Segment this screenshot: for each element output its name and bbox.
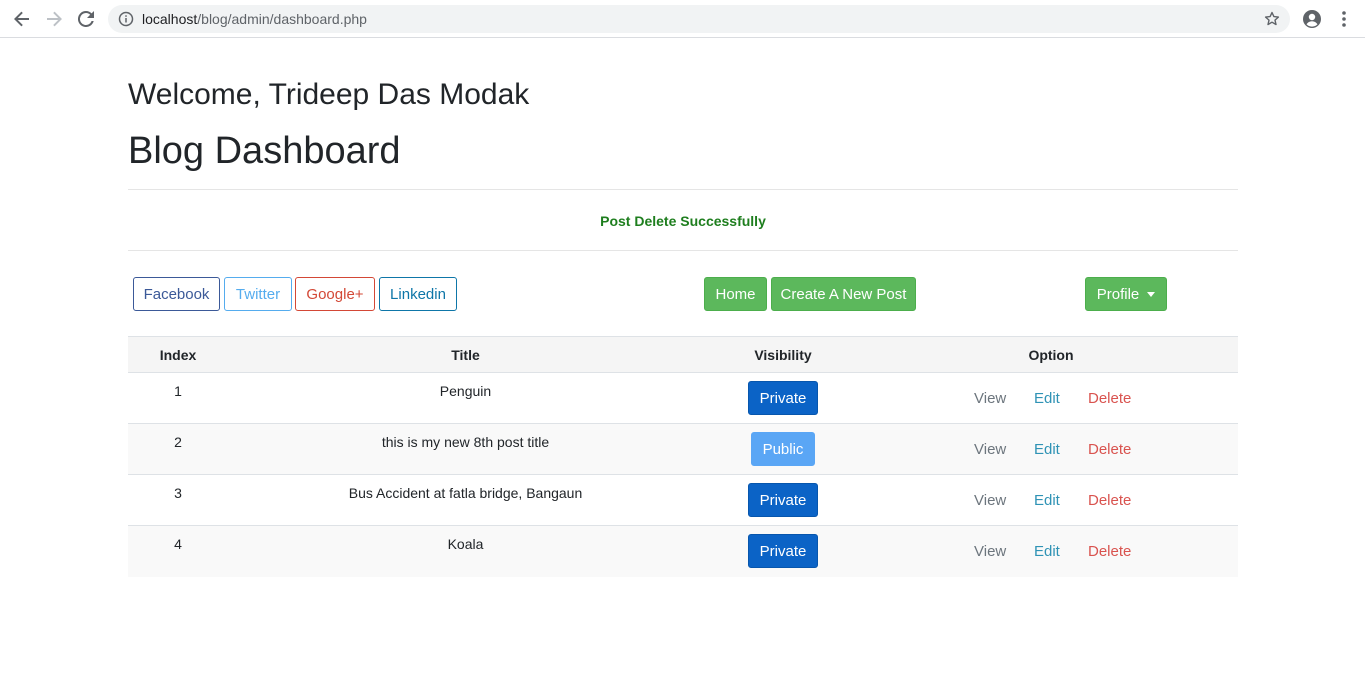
- view-link[interactable]: View: [974, 492, 1006, 509]
- info-icon[interactable]: [118, 11, 134, 32]
- header-visibility: Visibility: [754, 347, 812, 363]
- delete-link[interactable]: Delete: [1088, 441, 1131, 458]
- visibility-button[interactable]: Private: [748, 483, 818, 517]
- google-plus-button[interactable]: Google+: [295, 277, 375, 311]
- edit-link[interactable]: Edit: [1034, 441, 1060, 458]
- header-index: Index: [159, 347, 197, 363]
- row-index: 2: [174, 434, 182, 450]
- table-header: Index Title Visibility Option: [128, 336, 1238, 373]
- row-title: Koala: [447, 536, 484, 552]
- reload-icon[interactable]: [74, 7, 98, 31]
- menu-kebab-icon[interactable]: [1336, 9, 1352, 29]
- page-title: Blog Dashboard: [128, 130, 401, 172]
- row-index: 3: [174, 485, 182, 501]
- address-bar[interactable]: localhost/blog/admin/dashboard.php: [108, 5, 1290, 33]
- row-index: 1: [174, 383, 182, 399]
- visibility-button[interactable]: Private: [748, 534, 818, 568]
- visibility-button[interactable]: Public: [751, 432, 815, 466]
- view-link[interactable]: View: [974, 390, 1006, 407]
- header-title: Title: [451, 347, 480, 363]
- row-index: 4: [174, 536, 182, 552]
- edit-link[interactable]: Edit: [1034, 492, 1060, 509]
- view-link[interactable]: View: [974, 441, 1006, 458]
- table-row: 2 this is my new 8th post title Public V…: [128, 424, 1238, 475]
- divider: [128, 189, 1238, 190]
- success-alert: Post Delete Successfully: [600, 213, 766, 229]
- url-path: /blog/admin/dashboard.php: [197, 11, 367, 27]
- edit-link[interactable]: Edit: [1034, 390, 1060, 407]
- row-title: Bus Accident at fatla bridge, Bangaun: [348, 485, 583, 501]
- url-text[interactable]: localhost/blog/admin/dashboard.php: [142, 11, 367, 27]
- twitter-button[interactable]: Twitter: [224, 277, 292, 311]
- welcome-heading: Welcome, Trideep Das Modak: [128, 78, 530, 111]
- profile-label: Profile: [1096, 285, 1140, 303]
- account-icon[interactable]: [1302, 9, 1322, 34]
- back-arrow-icon[interactable]: [10, 7, 34, 31]
- url-host: localhost: [142, 11, 198, 27]
- visibility-button[interactable]: Private: [748, 381, 818, 415]
- home-button[interactable]: Home: [704, 277, 767, 311]
- browser-toolbar: localhost/blog/admin/dashboard.php: [0, 0, 1365, 38]
- divider: [128, 250, 1238, 251]
- posts-table: Index Title Visibility Option 1 Penguin …: [128, 336, 1238, 577]
- profile-dropdown-button[interactable]: Profile: [1085, 277, 1167, 311]
- delete-link[interactable]: Delete: [1088, 492, 1131, 509]
- row-title: this is my new 8th post title: [381, 434, 550, 450]
- forward-arrow-icon[interactable]: [42, 7, 66, 31]
- delete-link[interactable]: Delete: [1088, 390, 1131, 407]
- table-row: 4 Koala Private View Edit Delete: [128, 526, 1238, 577]
- table-row: 1 Penguin Private View Edit Delete: [128, 373, 1238, 424]
- delete-link[interactable]: Delete: [1088, 543, 1131, 560]
- create-post-button[interactable]: Create A New Post: [771, 277, 916, 311]
- row-title: Penguin: [439, 383, 492, 399]
- bookmark-star-icon[interactable]: [1264, 11, 1280, 32]
- view-link[interactable]: View: [974, 543, 1006, 560]
- linkedin-button[interactable]: Linkedin: [379, 277, 457, 311]
- header-option: Option: [1028, 347, 1074, 363]
- edit-link[interactable]: Edit: [1034, 543, 1060, 560]
- caret-down-icon: [1147, 291, 1156, 297]
- facebook-button[interactable]: Facebook: [133, 277, 220, 311]
- table-row: 3 Bus Accident at fatla bridge, Bangaun …: [128, 475, 1238, 526]
